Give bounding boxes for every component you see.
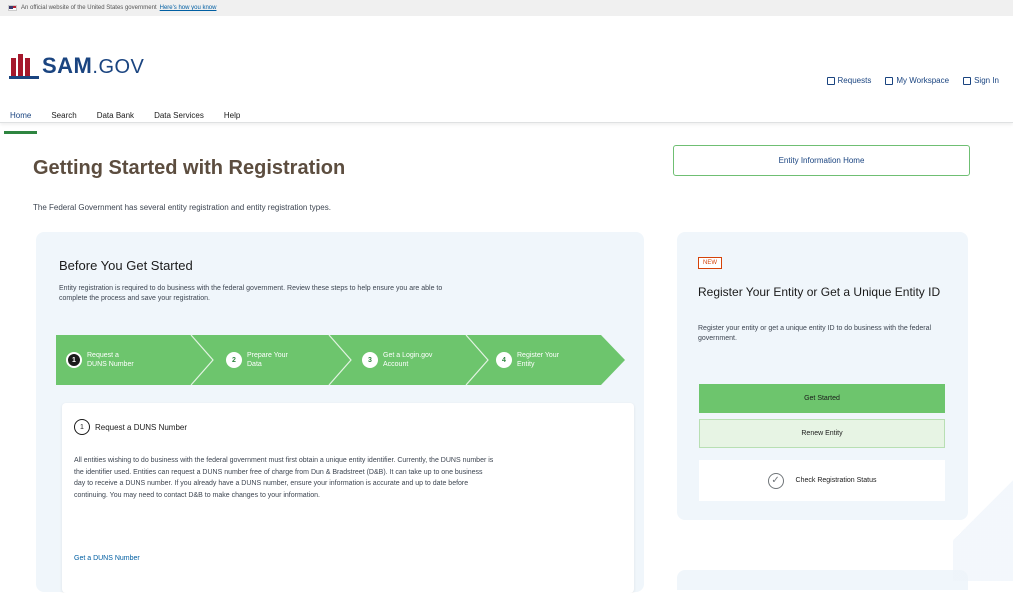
before-card-title: Before You Get Started bbox=[59, 258, 193, 273]
before-you-get-started-card: Before You Get Started Entity registrati… bbox=[36, 232, 644, 593]
step-number: 1 bbox=[66, 352, 82, 368]
grid-icon bbox=[885, 76, 894, 85]
utility-nav: Requests My Workspace Sign In bbox=[826, 76, 999, 85]
main-nav: Home Search Data Bank Data Services Help bbox=[0, 109, 250, 134]
before-card-intro: Entity registration is required to do bu… bbox=[59, 285, 443, 302]
inbox-icon bbox=[826, 76, 835, 85]
step-detail-body: All entities wishing to do business with… bbox=[74, 457, 494, 499]
requests-link[interactable]: Requests bbox=[826, 76, 871, 85]
step-prepare-data[interactable]: 2 Prepare Your Data bbox=[226, 351, 288, 369]
gov-banner: An official website of the United States… bbox=[0, 0, 1013, 16]
step-request-duns[interactable]: 1 Request a DUNS Number bbox=[66, 351, 134, 369]
step-login-gov[interactable]: 3 Get a Login.gov Account bbox=[362, 351, 432, 369]
logo-text: SAM.GOV bbox=[42, 53, 145, 78]
page-description: The Federal Government has several entit… bbox=[33, 203, 331, 212]
step-register-entity[interactable]: 4 Register Your Entity bbox=[496, 351, 559, 369]
check-status-label: Check Registration Status bbox=[795, 477, 877, 484]
entity-information-home-button[interactable]: Entity Information Home bbox=[673, 145, 970, 176]
step-detail-heading: 1 Request a DUNS Number bbox=[74, 419, 187, 435]
nav-help[interactable]: Help bbox=[214, 109, 250, 126]
background-decoration bbox=[953, 440, 1013, 581]
nav-data-services[interactable]: Data Services bbox=[144, 109, 214, 126]
nav-search[interactable]: Search bbox=[41, 109, 86, 126]
user-icon bbox=[963, 76, 972, 85]
step-detail-panel: 1 Request a DUNS Number All entities wis… bbox=[62, 403, 634, 593]
nav-home[interactable]: Home bbox=[0, 109, 41, 134]
registration-steps: 1 Request a DUNS Number 2 Prepare Your D… bbox=[56, 335, 625, 385]
sam-logo[interactable]: SAM.GOV bbox=[9, 53, 144, 79]
site-header: SAM.GOV Requests My Workspace Sign In Ho… bbox=[0, 16, 1013, 134]
page-title: Getting Started with Registration bbox=[33, 157, 346, 179]
register-entity-card: NEW Register Your Entity or Get a Unique… bbox=[677, 232, 968, 520]
step-circle-icon: 1 bbox=[74, 419, 90, 435]
check-registration-status-button[interactable]: ✓ Check Registration Status bbox=[699, 460, 945, 501]
renew-entity-button[interactable]: Renew Entity bbox=[699, 419, 945, 448]
get-duns-link[interactable]: Get a DUNS Number bbox=[74, 555, 140, 562]
banner-text: An official website of the United States… bbox=[21, 5, 157, 11]
logo-mark-icon bbox=[9, 53, 39, 79]
new-badge: NEW bbox=[698, 257, 722, 269]
get-started-button[interactable]: Get Started bbox=[699, 384, 945, 413]
step-number: 4 bbox=[496, 352, 512, 368]
step-label: Register Your Entity bbox=[517, 352, 560, 368]
step-label: Prepare Your Data bbox=[247, 352, 288, 368]
step-number: 2 bbox=[226, 352, 242, 368]
step-label: Get a Login.gov Account bbox=[383, 352, 433, 368]
check-circle-icon: ✓ bbox=[767, 472, 784, 489]
banner-link[interactable]: Here's how you know bbox=[160, 5, 217, 11]
side-card-description: Register your entity or get a unique ent… bbox=[698, 325, 932, 342]
workspace-link[interactable]: My Workspace bbox=[885, 76, 949, 85]
step-number: 3 bbox=[362, 352, 378, 368]
sign-in-link[interactable]: Sign In bbox=[963, 76, 999, 85]
side-card-title: Register Your Entity or Get a Unique Ent… bbox=[698, 285, 941, 299]
step-label: Request a DUNS Number bbox=[87, 352, 134, 368]
us-flag-icon bbox=[8, 5, 17, 11]
nav-data-bank[interactable]: Data Bank bbox=[87, 109, 144, 126]
lower-side-card bbox=[677, 570, 968, 590]
